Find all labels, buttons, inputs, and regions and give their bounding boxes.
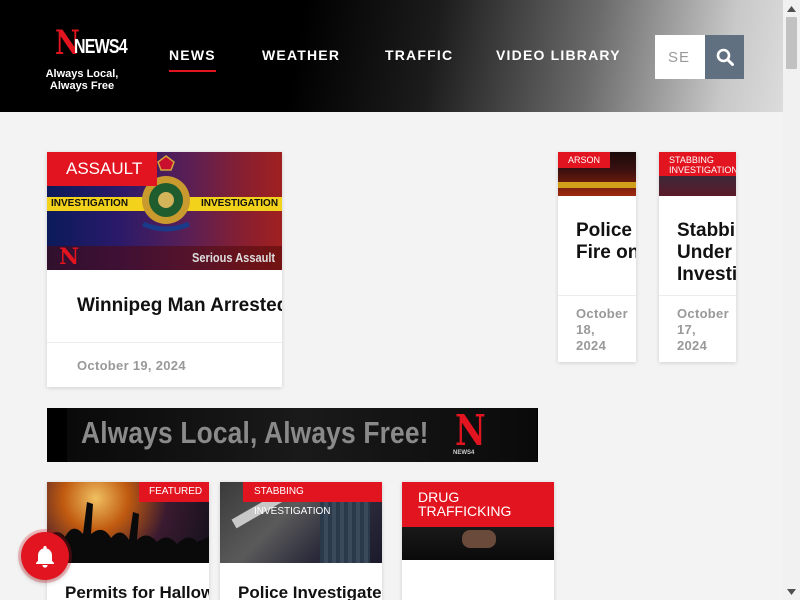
image-logo-n: N: [59, 244, 80, 270]
hands-shape: [462, 530, 496, 548]
tape-text-left: INVESTIGATION: [51, 198, 129, 209]
tape-text-right: INVESTIGATION: [201, 198, 279, 209]
category-badge[interactable]: STABBING INVESTIGATION: [659, 152, 736, 176]
article-date-line3: 2024: [677, 338, 708, 353]
article-date: October 19, 2024: [77, 358, 186, 373]
logo-mark: N NEWS4: [44, 22, 128, 66]
logo-word: NEWS4: [74, 36, 128, 58]
article-date-line1: October: [677, 306, 729, 321]
article-date-line3: 2024: [576, 338, 607, 353]
site-logo[interactable]: N NEWS4 Always Local, Always Free: [44, 22, 128, 92]
image-stripe: [558, 182, 636, 188]
category-badge[interactable]: FEATURED: [139, 482, 209, 502]
banner-logo-n: N: [455, 408, 486, 455]
image-caption: Serious Assault: [192, 250, 276, 265]
search-icon: [716, 48, 734, 66]
article-card[interactable]: DRUG TRAFFICKING: [402, 482, 554, 600]
banner-text: Always Local, Always Free!: [81, 415, 429, 450]
featured-article-card[interactable]: INVESTIGATION INVESTIGATION N Serious As…: [47, 152, 282, 387]
search-input[interactable]: [655, 35, 705, 79]
article-date-line2: 17,: [677, 322, 696, 337]
logo-tagline-line2: Always Free: [49, 80, 115, 92]
card-divider: [558, 295, 636, 296]
article-title[interactable]: Winnipeg Man Arrested: [77, 295, 282, 317]
card-divider: [47, 342, 282, 343]
category-badge-line1: STABBING: [669, 155, 714, 165]
article-title-line1: Stabbi: [677, 220, 736, 241]
article-card[interactable]: FEATURED Permits for Hallow: [47, 482, 209, 600]
page-scrollbar[interactable]: [783, 0, 800, 600]
article-title[interactable]: Stabbi Under Investi: [677, 220, 736, 286]
bell-icon: [36, 546, 54, 568]
category-badge-line1: DRUG: [418, 489, 460, 505]
scroll-down-arrow-icon[interactable]: [783, 583, 800, 600]
article-title-line3: Investi: [677, 264, 736, 285]
category-badge-line2: INVESTIGATION: [669, 165, 736, 175]
nav-video-library[interactable]: VIDEO LIBRARY: [496, 47, 621, 63]
notification-bell-button[interactable]: [21, 532, 69, 580]
article-date: October 17, 2024: [677, 306, 729, 354]
article-title-line2: Fire on: [576, 242, 636, 263]
article-date-line1: October: [576, 306, 628, 321]
category-badge[interactable]: ASSAULT: [47, 152, 157, 186]
category-badge[interactable]: ARSON: [558, 152, 610, 168]
banner-logo-word: NEWS4: [453, 450, 475, 456]
logo-tagline: Always Local, Always Free: [44, 68, 120, 92]
side-article-card[interactable]: STABBING INVESTIGATION Stabbi Under Inve…: [659, 152, 736, 362]
scrollbar-thumb[interactable]: [786, 17, 797, 69]
promo-banner[interactable]: Always Local, Always Free! N NEWS4: [47, 408, 538, 462]
article-date-line2: 18,: [576, 322, 595, 337]
site-header: N NEWS4 Always Local, Always Free NEWS W…: [0, 0, 783, 112]
nav-news[interactable]: NEWS: [169, 47, 216, 72]
scroll-up-arrow-icon[interactable]: [783, 0, 800, 17]
category-badge-line2: TRAFFICKING: [418, 503, 512, 519]
category-badge[interactable]: DRUG TRAFFICKING: [402, 482, 554, 527]
search-button[interactable]: [705, 35, 744, 79]
article-title[interactable]: Police Investigate: [238, 583, 382, 600]
banner-logo: N NEWS4: [451, 408, 501, 462]
nav-traffic[interactable]: TRAFFIC: [385, 47, 453, 63]
article-card[interactable]: STABBING INVESTIGATION Police Investigat…: [220, 482, 382, 600]
side-article-card[interactable]: ARSON Police Fire on October 18, 2024: [558, 152, 636, 362]
article-title[interactable]: Police Fire on: [576, 220, 636, 264]
category-badge[interactable]: STABBING INVESTIGATION: [243, 482, 382, 517]
article-title[interactable]: Permits for Hallow: [65, 583, 209, 600]
article-date: October 18, 2024: [576, 306, 628, 354]
logo-tagline-line1: Always Local,: [45, 68, 119, 80]
article-title-line1: Police: [576, 220, 632, 241]
article-title-line2: Under: [677, 242, 732, 263]
nav-weather[interactable]: WEATHER: [262, 47, 340, 63]
card-divider: [659, 295, 736, 296]
